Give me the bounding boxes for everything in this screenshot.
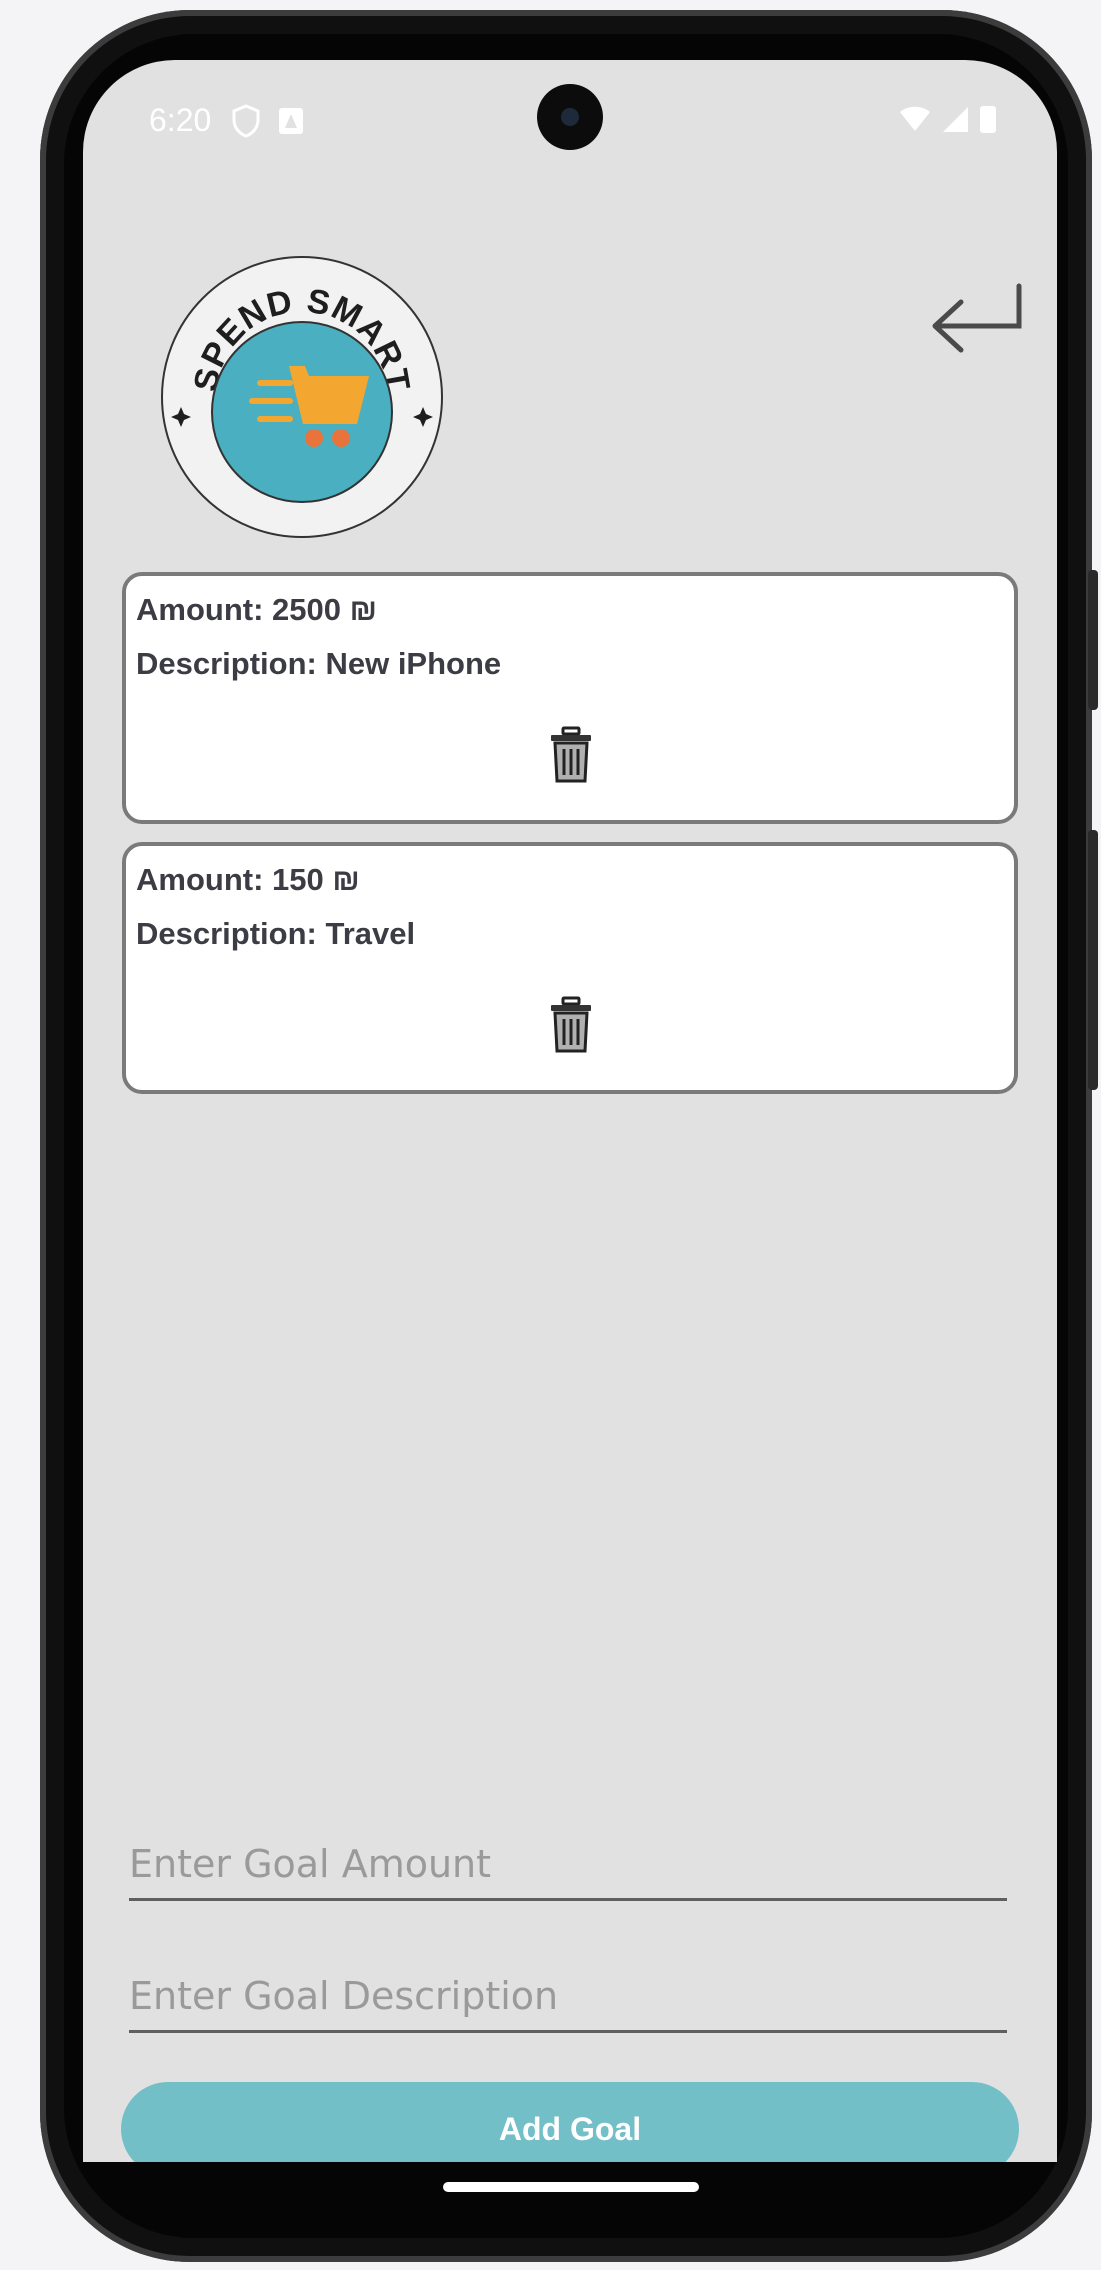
goal-description: Description: New iPhone <box>136 646 502 681</box>
status-time: 6:20 <box>149 102 212 138</box>
signal-icon <box>943 107 968 132</box>
trash-icon[interactable] <box>548 726 594 784</box>
status-icons <box>899 104 997 134</box>
phone-volume-button <box>1088 830 1098 1090</box>
goal-description-input[interactable] <box>129 1966 1007 2033</box>
goal-amount-input[interactable] <box>129 1834 1007 1901</box>
front-camera <box>537 84 603 150</box>
return-arrow-icon[interactable] <box>923 280 1027 370</box>
spend-smart-logo: SPEND SMART <box>161 256 443 538</box>
phone-side-button <box>1088 570 1098 710</box>
wifi-icon <box>900 106 930 131</box>
shield-icon <box>232 104 260 138</box>
accessibility-icon <box>279 108 303 134</box>
app-screen: 6:20 SPEND SMART Amount: 2500 ₪ Descript… <box>83 60 1057 2162</box>
goal-amount: Amount: 150 ₪ <box>136 862 360 897</box>
status-bar: 6:20 <box>83 60 1057 180</box>
home-indicator[interactable] <box>443 2182 699 2192</box>
goal-card: Amount: 150 ₪ Description: Travel <box>122 842 1018 1094</box>
goal-description: Description: Travel <box>136 916 416 951</box>
system-navigation-bar <box>83 2162 1057 2222</box>
goal-amount: Amount: 2500 ₪ <box>136 592 377 627</box>
trash-icon[interactable] <box>548 996 594 1054</box>
battery-icon <box>980 106 996 133</box>
add-goal-button[interactable]: Add Goal <box>121 2082 1019 2162</box>
goal-card: Amount: 2500 ₪ Description: New iPhone <box>122 572 1018 824</box>
goal-list: Amount: 2500 ₪ Description: New iPhone A… <box>122 572 1018 1112</box>
